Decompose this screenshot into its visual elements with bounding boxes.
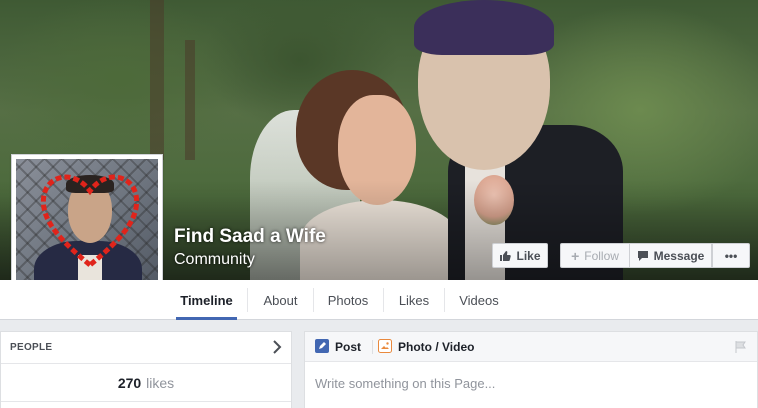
photo-video-label: Photo / Video (398, 340, 475, 354)
ellipsis-icon: ••• (724, 248, 738, 263)
tab-videos[interactable]: Videos (453, 280, 505, 320)
tab-videos-label: Videos (459, 292, 499, 308)
pencil-icon (315, 338, 329, 356)
people-header[interactable]: PEOPLE (1, 332, 291, 364)
people-card: PEOPLE 270 likes (0, 331, 292, 408)
post-tab[interactable]: Post (315, 332, 361, 362)
composer-tabs: Post Photo / Video (305, 332, 757, 362)
tab-timeline-label: Timeline (180, 292, 233, 308)
message-button[interactable]: Message (629, 243, 712, 268)
groom-hair (414, 0, 554, 55)
more-options-button[interactable]: ••• (712, 243, 750, 268)
message-label: Message (653, 248, 705, 263)
tab-likes[interactable]: Likes (393, 280, 435, 320)
likes-row[interactable]: 270 likes (1, 364, 291, 402)
likes-label: likes (146, 374, 175, 391)
tab-divider (444, 288, 445, 312)
tab-about-label: About (263, 292, 298, 308)
like-button[interactable]: Like (492, 243, 548, 268)
tree-trunk (150, 0, 164, 160)
composer: Post Photo / Video Write something on th… (304, 331, 758, 408)
like-label: Like (516, 248, 541, 263)
tab-photos[interactable]: Photos (322, 280, 374, 320)
tab-divider (383, 288, 384, 312)
composer-input[interactable]: Write something on this Page... (315, 376, 495, 391)
tab-divider (247, 288, 248, 312)
photo-icon (378, 338, 392, 356)
tree-trunk (185, 40, 195, 160)
chevron-right-icon[interactable] (272, 340, 282, 359)
page-root: Find Saad a Wife Community Like + Follow… (0, 0, 758, 408)
follow-label: Follow (584, 248, 619, 263)
tab-photos-label: Photos (327, 292, 369, 308)
page-category[interactable]: Community (174, 251, 255, 269)
tab-divider (313, 288, 314, 312)
heart-icon (40, 174, 140, 269)
photo-video-tab[interactable]: Photo / Video (378, 332, 474, 362)
thumbs-up-icon (499, 250, 512, 262)
plus-icon: + (571, 247, 580, 264)
follow-button[interactable]: + Follow (560, 243, 629, 268)
people-title: PEOPLE (10, 342, 53, 353)
flag-icon[interactable] (735, 340, 747, 358)
speech-bubble-icon (637, 250, 649, 262)
page-nav: Timeline About Photos Likes Videos (0, 280, 758, 320)
post-label: Post (335, 340, 362, 354)
tab-timeline[interactable]: Timeline (176, 280, 237, 320)
tab-about[interactable]: About (257, 280, 304, 320)
page-title[interactable]: Find Saad a Wife (174, 226, 326, 248)
tab-likes-label: Likes (398, 292, 430, 308)
likes-count: 270 (117, 374, 142, 391)
composer-tab-divider (372, 340, 373, 354)
